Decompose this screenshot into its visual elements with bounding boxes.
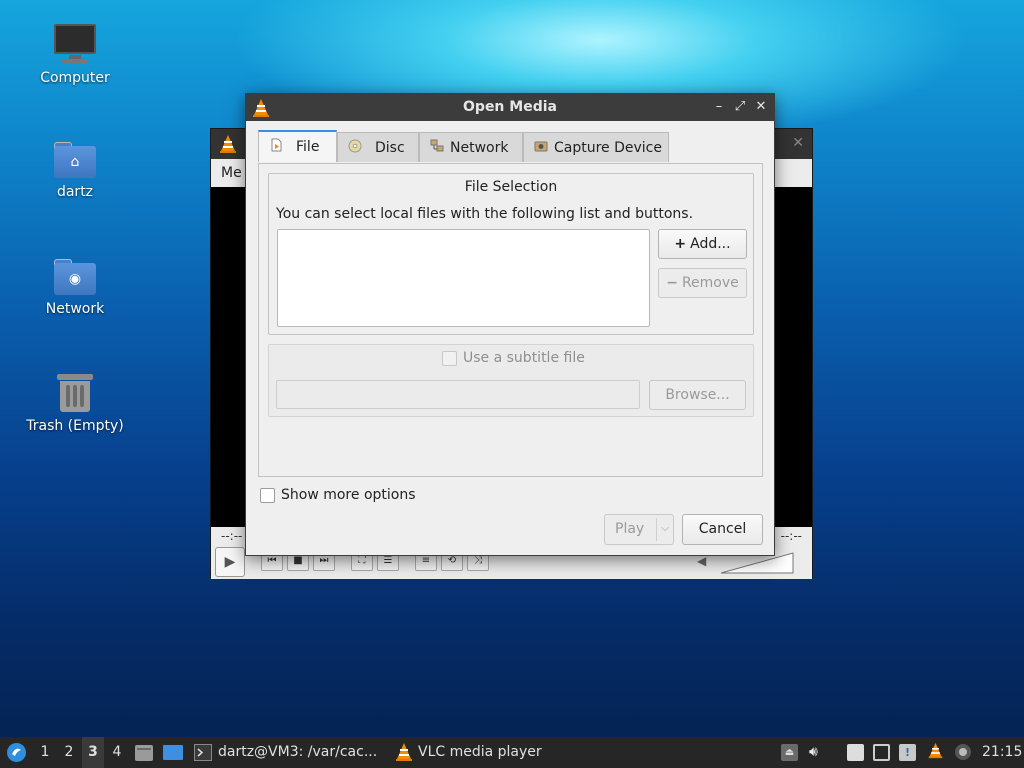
loop-icon: ⟲: [447, 555, 457, 566]
volume-icon[interactable]: 🔊︎: [809, 744, 826, 761]
dialog-title: Open Media: [463, 99, 557, 115]
taskbar-task-terminal[interactable]: dartz@VM3: /var/cac...: [194, 737, 384, 768]
notification-icon[interactable]: !: [899, 744, 916, 761]
taskbar-task-label: dartz@VM3: /var/cac...: [218, 744, 378, 760]
fullscreen-icon: ⛶: [358, 555, 366, 566]
menu-item-media[interactable]: Me: [221, 165, 242, 181]
subtitle-checkbox-label: Use a subtitle file: [463, 350, 585, 366]
next-icon: ⏭: [319, 555, 329, 566]
taskbar-task-vlc[interactable]: VLC media player: [395, 737, 565, 768]
remove-button[interactable]: − Remove: [658, 268, 747, 298]
add-button[interactable]: + Add...: [658, 229, 747, 259]
minimize-icon[interactable]: –: [711, 98, 727, 116]
tab-label: File: [296, 139, 320, 155]
play-icon: ▶: [224, 554, 236, 570]
file-tab-panel: File Selection You can select local file…: [258, 163, 763, 477]
desktop-icon-label: dartz: [56, 184, 94, 200]
cancel-button[interactable]: Cancel: [682, 514, 763, 545]
tab-network[interactable]: Network: [419, 132, 523, 162]
network-connection-icon[interactable]: [873, 744, 890, 761]
play-split-button[interactable]: Play ⌵: [604, 514, 674, 545]
vlc-tray-icon[interactable]: [927, 742, 944, 759]
file-selection-description: You can select local files with the foll…: [276, 206, 694, 222]
vlc-cone-icon: [220, 135, 236, 153]
tab-file[interactable]: File: [258, 130, 337, 162]
desktop-icon-label: Computer: [40, 70, 110, 86]
stop-icon: ■: [293, 555, 303, 566]
subtitle-checkbox[interactable]: [442, 351, 457, 366]
clipboard-icon[interactable]: [847, 744, 864, 761]
clock[interactable]: 21:15: [982, 737, 1022, 768]
file-selection-group: File Selection You can select local file…: [268, 173, 754, 335]
time-elapsed: --:--: [221, 529, 243, 543]
disc-icon: [348, 139, 362, 153]
play-button-label: Play: [615, 521, 645, 537]
desktop-icon-label: Network: [45, 301, 105, 317]
open-media-dialog[interactable]: Open Media – ⤢ ✕ File Disc Network Captu…: [245, 93, 775, 556]
chevron-down-icon[interactable]: ⌵: [658, 521, 672, 535]
tab-label: Capture Device: [554, 140, 662, 156]
browse-button[interactable]: Browse...: [649, 380, 746, 410]
subtitle-file-input[interactable]: [276, 380, 640, 409]
start-menu-icon[interactable]: [6, 742, 27, 763]
minus-icon: −: [666, 275, 678, 291]
desktop-icon-network[interactable]: ◉ Network: [15, 257, 135, 317]
home-folder-icon: ⌂: [54, 140, 96, 180]
file-manager-icon[interactable]: [134, 743, 154, 762]
desktop-icon-label: Trash (Empty): [26, 418, 124, 434]
tab-disc[interactable]: Disc: [337, 132, 419, 162]
plus-icon: +: [674, 236, 687, 252]
vlc-cone-icon: [396, 743, 412, 761]
close-icon[interactable]: ✕: [753, 98, 769, 116]
file-icon: [271, 138, 282, 152]
maximize-icon[interactable]: ⤢: [732, 98, 748, 116]
equalizer-icon: ☰: [383, 555, 393, 566]
playlist-icon: ≡: [421, 555, 431, 566]
tab-label: Disc: [375, 140, 405, 156]
close-icon[interactable]: ✕: [792, 135, 804, 151]
file-selection-title: File Selection: [464, 179, 558, 195]
network-folder-icon: ◉: [54, 257, 96, 297]
tab-capture-device[interactable]: Capture Device: [523, 132, 669, 162]
file-list[interactable]: [277, 229, 650, 327]
workspace-2[interactable]: 2: [58, 737, 80, 768]
remove-button-label: Remove: [681, 275, 739, 291]
monitor-icon: [54, 22, 96, 66]
show-desktop-icon[interactable]: [162, 743, 184, 762]
terminal-icon: [194, 744, 212, 761]
browse-button-label: Browse...: [665, 387, 730, 403]
taskbar-task-label: VLC media player: [418, 744, 542, 760]
workspace-1[interactable]: 1: [34, 737, 56, 768]
show-more-options-checkbox[interactable]: [260, 488, 275, 503]
play-button[interactable]: ▶: [215, 547, 245, 577]
show-more-options-label: Show more options: [281, 487, 416, 503]
mute-icon[interactable]: ◀: [697, 554, 706, 568]
eject-icon[interactable]: ⏏: [781, 744, 798, 761]
desktop-icon-home[interactable]: ⌂ dartz: [15, 140, 135, 200]
add-button-label: Add...: [690, 236, 731, 252]
settings-icon[interactable]: [955, 744, 971, 760]
network-icon: [430, 139, 444, 152]
workspace-3[interactable]: 3: [82, 737, 104, 768]
workspace-4[interactable]: 4: [106, 737, 128, 768]
capture-device-icon: [534, 141, 548, 152]
tab-label: Network: [450, 140, 509, 156]
trash-icon: [57, 372, 93, 414]
subtitle-group: Use a subtitle file Browse...: [268, 344, 754, 417]
cancel-button-label: Cancel: [698, 521, 747, 537]
dialog-titlebar[interactable]: Open Media – ⤢ ✕: [246, 94, 774, 121]
taskbar: 1 2 3 4 dartz@VM3: /var/cac... VLC media…: [0, 737, 1024, 768]
time-remaining: --:--: [780, 529, 802, 543]
split-divider: [656, 518, 657, 541]
previous-icon: ⏮: [267, 555, 277, 566]
shuffle-icon: ⤨: [474, 555, 482, 566]
desktop-icon-trash[interactable]: Trash (Empty): [15, 372, 135, 434]
desktop-icon-computer[interactable]: Computer: [15, 22, 135, 86]
